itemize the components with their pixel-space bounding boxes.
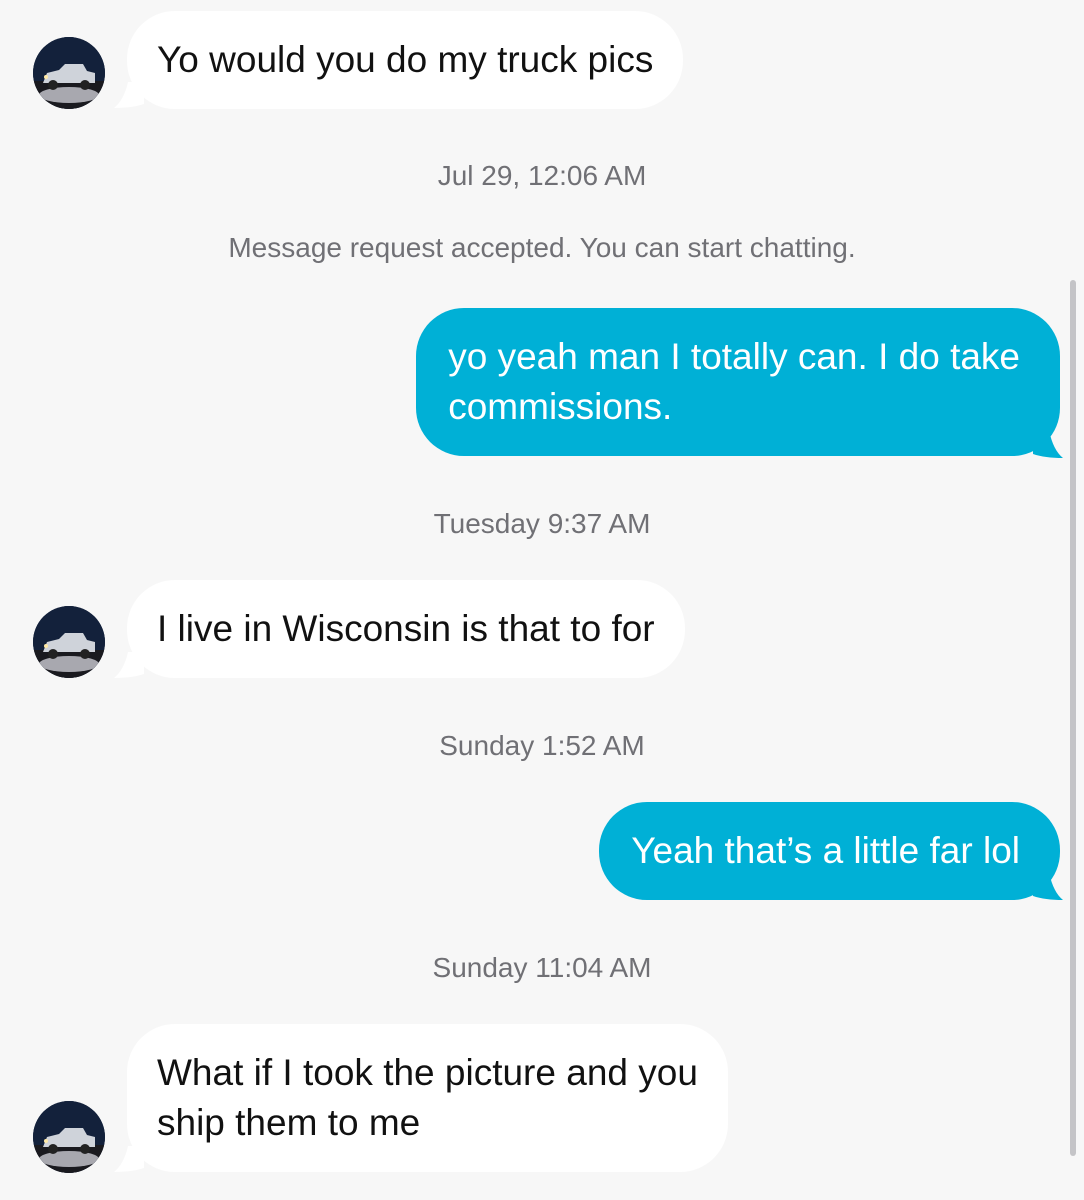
message-text: Yeah that’s a little far lol [631,830,1020,871]
truck-photo-avatar-icon [33,606,105,678]
contact-avatar[interactable] [33,37,105,109]
message-text-line: What if I took the picture and you [157,1052,698,1093]
message-bubble-outgoing[interactable]: Yeah that’s a little far lol [599,802,1060,900]
message-text-line: ship them to me [157,1102,421,1143]
message-bubble-incoming[interactable]: What if I took the picture and you ship … [127,1024,728,1172]
contact-avatar[interactable] [33,1101,105,1173]
message-text-line: commissions. [448,386,673,427]
system-message: Message request accepted. You can start … [228,232,856,263]
message-bubble-incoming[interactable]: Yo would you do my truck pics [127,11,684,109]
message-bubble-outgoing[interactable]: yo yeah man I totally can. I do take com… [416,308,1060,456]
scrollbar[interactable] [1070,280,1076,1156]
message-timestamp: Sunday 11:04 AM [432,952,652,983]
message-text-line: yo yeah man I totally can. I do take [448,336,1020,377]
message-timestamp: Jul 29, 12:06 AM [437,160,647,191]
truck-photo-avatar-icon [33,1101,105,1173]
message-timestamp: Sunday 1:52 AM [439,730,645,761]
truck-photo-avatar-icon [33,37,105,109]
contact-avatar[interactable] [33,606,105,678]
bubble-tail [1033,872,1063,900]
message-text: Yo would you do my truck pics [157,39,654,80]
message-bubble-incoming[interactable]: I live in Wisconsin is that to for [127,580,685,678]
message-text: I live in Wisconsin is that to for [157,608,655,649]
bubble-tail [1033,430,1063,458]
message-timestamp: Tuesday 9:37 AM [433,508,651,539]
